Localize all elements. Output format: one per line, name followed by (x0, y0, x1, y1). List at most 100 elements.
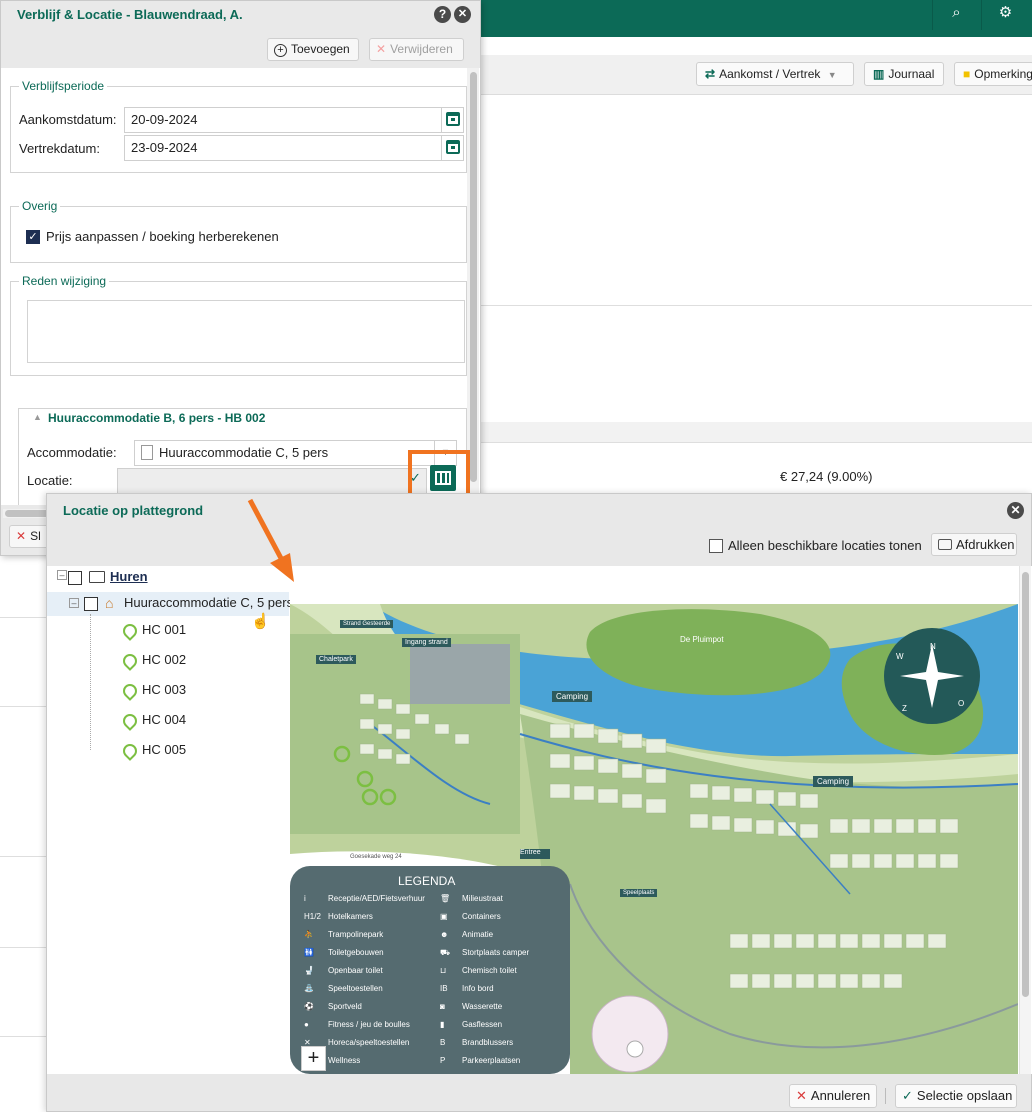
map-label-road: Goesekade weg 24 (350, 854, 402, 860)
collapse-icon[interactable]: – (69, 598, 79, 608)
chevron-down-icon: ▼ (827, 70, 837, 80)
chemical-toilet-icon: ⊔ (440, 966, 447, 975)
dialog-title: Verblijf & Locatie - Blauwendraad, A. (17, 7, 243, 22)
map-location-dialog: Locatie op plattegrond ✕ Alleen beschikb… (46, 493, 1032, 1112)
divider (0, 947, 46, 948)
gas-bottle-icon: ▮ (440, 1020, 445, 1029)
zoom-in-button[interactable]: + (301, 1046, 326, 1071)
document-icon (141, 445, 153, 460)
recalculate-label: Prijs aanpassen / boeking herberekenen (46, 229, 279, 244)
parking-icon: P (440, 1056, 446, 1065)
divider (0, 617, 46, 618)
reason-textarea[interactable] (27, 300, 465, 363)
tree-item[interactable]: HC 002 (142, 649, 186, 671)
trash-icon: 🗑 (440, 894, 451, 903)
cancel-button[interactable]: ✕ Annuleren (789, 1084, 877, 1108)
compass-west: W (896, 652, 904, 661)
location-pin-icon (123, 624, 137, 642)
dialog-body: Verblijfsperiode Aankomstdatum: 20-09-20… (1, 68, 480, 505)
edit-icon[interactable]: ✓ (410, 470, 421, 486)
playground-icon: ⛲ (304, 984, 314, 993)
tree-item[interactable]: HC 004 (142, 709, 186, 731)
comment-button[interactable]: ■ Opmerking (954, 62, 1032, 86)
dialog-title: Locatie op plattegrond (63, 503, 204, 518)
calendar-icon[interactable] (441, 107, 463, 133)
accommodation-label: Accommodatie: (27, 445, 117, 460)
other-legend: Overig (22, 199, 58, 213)
close-icon: ✕ (376, 42, 387, 56)
hand-cursor-icon: ☝ (251, 613, 270, 630)
comment-icon: ■ (963, 67, 971, 81)
stay-period-legend: Verblijfsperiode (22, 79, 105, 93)
dialog-body: – Huren – ⌂ Huuraccommodatie C, 5 pers ☝… (47, 566, 1032, 1074)
compass-north: N (930, 642, 936, 651)
add-button[interactable]: + Toevoegen (267, 38, 359, 61)
recalculate-checkbox[interactable]: ✓ (26, 230, 40, 244)
price-value: € 27,24 (9.00%) (780, 469, 873, 484)
only-available-checkbox[interactable] (709, 539, 723, 553)
scrollbar[interactable] (467, 68, 479, 505)
fitness-icon: ● (304, 1020, 309, 1029)
laundry-icon: ◙ (440, 1002, 445, 1011)
plus-circle-icon: + (274, 44, 287, 57)
scroll-thumb[interactable] (1022, 572, 1029, 997)
tree-item[interactable]: HC 003 (142, 679, 186, 701)
reason-legend: Reden wijziging (22, 274, 107, 288)
swap-arrows-icon: ⇄ (705, 67, 716, 81)
map-label-camping: Camping (552, 691, 593, 702)
location-select[interactable] (117, 468, 427, 494)
map-label-chaletpark: Chaletpark (316, 655, 356, 664)
house-icon: ⌂ (105, 595, 114, 611)
location-label: Locatie: (27, 473, 73, 488)
tree-item[interactable]: HC 001 (142, 619, 186, 641)
tree-checkbox[interactable] (68, 571, 82, 585)
public-toilet-icon: 🚽 (304, 966, 314, 975)
only-available-label: Alleen beschikbare locaties tonen (728, 538, 922, 553)
divider (885, 1088, 886, 1104)
arrival-label: Aankomstdatum: (19, 112, 117, 127)
scroll-thumb[interactable] (470, 72, 477, 482)
background-toolbar: ⇄ Aankomst / Vertrek ▼ ▥ Journaal ■ Opmerki… (480, 55, 1032, 95)
checkmark-icon: ✓ (902, 1088, 913, 1103)
location-pin-icon (123, 714, 137, 732)
tree-item[interactable]: HC 005 (142, 739, 186, 761)
hotel-icon: H1/2 (304, 912, 321, 921)
camper-dump-icon: ⛟ (440, 948, 451, 957)
tree-category[interactable]: Huuraccommodatie C, 5 pers (124, 592, 290, 614)
journal-button[interactable]: ▥ Journaal (864, 62, 944, 86)
collapse-icon[interactable]: – (57, 570, 67, 580)
departure-label: Vertrekdatum: (19, 141, 100, 156)
animation-icon: ☻ (440, 930, 449, 939)
tree-checkbox[interactable] (84, 597, 98, 611)
printer-icon (938, 539, 952, 550)
arrival-departure-button[interactable]: ⇄ Aankomst / Vertrek ▼ (696, 62, 854, 86)
arrival-date-field[interactable]: 20-09-2024 (124, 107, 464, 133)
trampoline-icon: ⛹ (304, 930, 314, 939)
close-icon: ✕ (16, 529, 27, 543)
tree-root[interactable]: Huren (110, 566, 148, 588)
scrollbar[interactable] (1019, 566, 1031, 1074)
remove-button[interactable]: ✕ Verwijderen (369, 38, 464, 61)
calendar-icon[interactable] (441, 135, 463, 161)
print-button[interactable]: Afdrukken (931, 533, 1017, 556)
map-label-camping: Camping (813, 776, 854, 787)
site-map[interactable]: Strand Gesteerde Ingang strand Chaletpar… (290, 604, 1018, 1074)
map-label-pluimpot: De Pluimpot (680, 635, 724, 644)
save-selection-button[interactable]: ✓ Selectie opslaan (895, 1084, 1017, 1108)
compass-east: O (958, 699, 965, 708)
departure-date-field[interactable]: 23-09-2024 (124, 135, 464, 161)
help-icon[interactable]: ? (434, 6, 451, 23)
close-icon[interactable]: ✕ (1007, 502, 1024, 519)
toilet-building-icon: 🚻 (304, 948, 314, 957)
close-icon[interactable]: ✕ (454, 6, 471, 23)
gear-icon[interactable]: ⚙ (981, 0, 1029, 30)
map-label-beach: Strand Gesteerde (340, 620, 394, 628)
map-button[interactable] (430, 465, 456, 491)
search-icon[interactable]: ⌕ (932, 0, 980, 30)
site-map-graphic (290, 604, 1018, 1074)
divider (0, 706, 46, 707)
legend-title: LEGENDA (398, 874, 456, 888)
collapse-icon[interactable]: ▲ (33, 412, 43, 422)
group-title: Huuraccommodatie B, 6 pers - HB 002 (48, 411, 266, 425)
fire-extinguisher-icon: B (440, 1038, 446, 1047)
